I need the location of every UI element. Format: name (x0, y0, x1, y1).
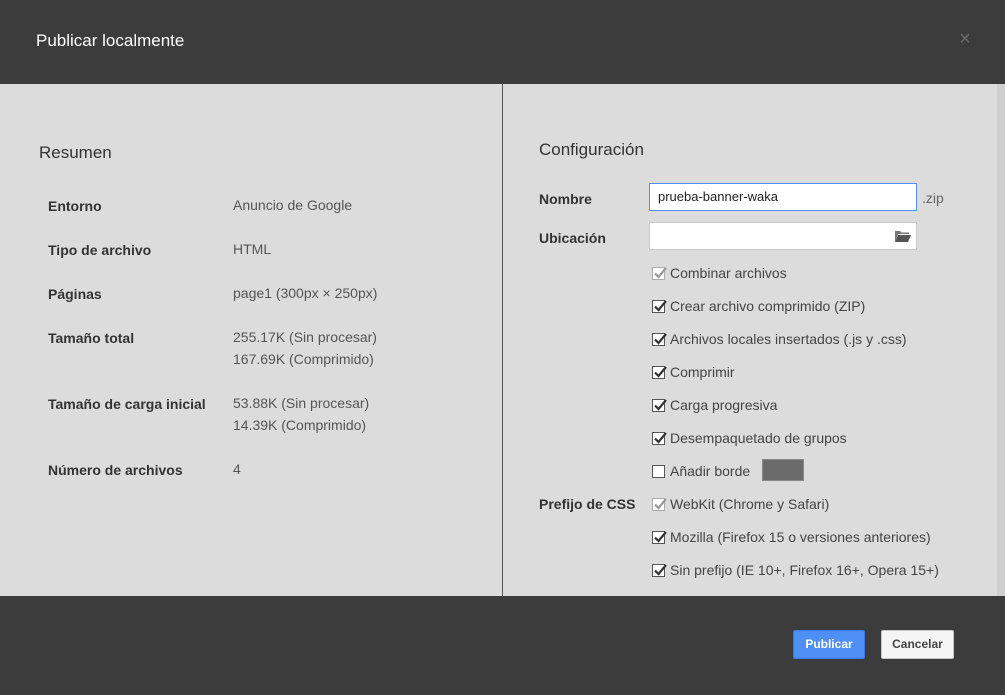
prefix-none[interactable]: Sin prefijo (IE 10+, Firefox 16+, Opera … (652, 560, 939, 580)
checkbox-option-combinar-archivos[interactable] (652, 266, 667, 280)
prefix-mozilla[interactable]: Mozilla (Firefox 15 o versiones anterior… (652, 527, 931, 547)
summary-label-tipo-archivo: Tipo de archivo (48, 242, 152, 258)
summary-label-entorno: Entorno (48, 198, 102, 214)
checkbox-option-anadir-borde[interactable] (652, 464, 665, 478)
checkbox-option-crear-zip[interactable] (652, 299, 667, 313)
summary-label-carga-inicial: Tamaño de carga inicial (48, 396, 206, 412)
name-input[interactable]: prueba-banner-waka (649, 183, 917, 211)
checkbox-option-comprimir[interactable] (652, 365, 667, 379)
checkbox-prefix-mozilla[interactable] (652, 530, 667, 544)
checkbox-option-desempaquetado[interactable] (652, 431, 667, 445)
dialog-titlebar: Publicar localmente × (0, 0, 1005, 84)
option-anadir-borde[interactable]: Añadir borde (652, 461, 750, 481)
checkmark-icon (654, 299, 667, 312)
option-combinar-archivos[interactable]: Combinar archivos (652, 263, 787, 283)
option-comprimir-label: Comprimir (670, 364, 735, 380)
publish-button[interactable]: Publicar (793, 630, 865, 659)
panel-divider (502, 84, 503, 596)
option-desempaquetado[interactable]: Desempaquetado de grupos (652, 428, 847, 448)
summary-label-numero-archivos: Número de archivos (48, 462, 183, 478)
option-crear-zip-label: Crear archivo comprimido (ZIP) (670, 298, 866, 314)
option-archivos-locales-label: Archivos locales insertados (.js y .css) (670, 331, 907, 347)
summary-label-paginas: Páginas (48, 286, 102, 302)
option-desempaquetado-label: Desempaquetado de grupos (670, 430, 847, 446)
border-color-swatch[interactable] (762, 459, 804, 481)
summary-title: Resumen (39, 143, 112, 162)
option-carga-progresiva[interactable]: Carga progresiva (652, 395, 777, 415)
checkmark-icon (654, 431, 667, 444)
option-crear-zip[interactable]: Crear archivo comprimido (ZIP) (652, 296, 865, 316)
config-title: Configuración (539, 140, 644, 159)
option-anadir-borde-label: Añadir borde (670, 463, 751, 479)
option-combinar-archivos-label: Combinar archivos (670, 265, 787, 281)
css-prefix-label: Prefijo de CSS (539, 496, 636, 512)
checkmark-icon (654, 365, 667, 378)
summary-value-tipo-archivo: HTML (233, 241, 272, 257)
checkmark-icon (654, 497, 667, 510)
option-archivos-locales[interactable]: Archivos locales insertados (.js y .css) (652, 329, 907, 349)
checkbox-prefix-none[interactable] (652, 563, 667, 577)
checkbox-option-carga-progresiva[interactable] (652, 398, 667, 412)
checkbox-option-archivos-locales[interactable] (652, 332, 667, 346)
checkbox-prefix-webkit[interactable] (652, 497, 667, 511)
scroll-edge (997, 84, 1005, 596)
prefix-webkit-label: WebKit (Chrome y Safari) (670, 496, 830, 512)
summary-value-paginas: page1 (300px × 250px) (233, 285, 378, 301)
name-suffix: .zip (922, 190, 944, 206)
checkmark-icon (654, 563, 667, 576)
prefix-none-label: Sin prefijo (IE 10+, Firefox 16+, Opera … (670, 562, 939, 578)
checkmark-icon (654, 332, 667, 345)
prefix-webkit[interactable]: WebKit (Chrome y Safari) (652, 494, 829, 514)
dialog-title: Publicar localmente (36, 31, 185, 50)
option-comprimir[interactable]: Comprimir (652, 362, 735, 382)
location-label: Ubicación (539, 230, 606, 246)
summary-value-numero-archivos: 4 (233, 461, 241, 477)
summary-value-entorno: Anuncio de Google (233, 197, 353, 213)
checkmark-icon (654, 398, 667, 411)
option-carga-progresiva-label: Carga progresiva (670, 397, 778, 413)
checkmark-icon (654, 530, 667, 543)
close-icon[interactable]: × (956, 29, 974, 49)
summary-label-tamano-total: Tamaño total (48, 330, 135, 346)
location-input[interactable] (649, 222, 917, 250)
name-label: Nombre (539, 191, 592, 207)
cancel-button[interactable]: Cancelar (881, 630, 954, 659)
dialog-footer: Publicar Cancelar (0, 596, 1005, 695)
checkmark-icon (654, 266, 667, 279)
summary-value-tamano-total: 255.17K (Sin procesar) 167.69K (Comprimi… (233, 329, 377, 367)
folder-icon[interactable] (894, 229, 912, 243)
dialog-body: Resumen Entorno Anuncio de Google Tipo d… (0, 84, 1005, 596)
prefix-mozilla-label: Mozilla (Firefox 15 o versiones anterior… (670, 529, 931, 545)
summary-value-carga-inicial: 53.88K (Sin procesar) 14.39K (Comprimido… (233, 395, 370, 433)
